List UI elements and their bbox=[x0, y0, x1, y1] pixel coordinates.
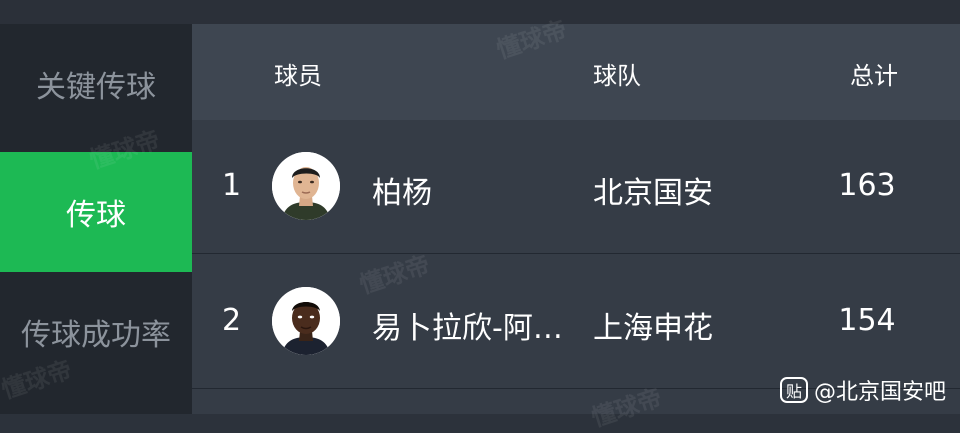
player-photo-icon bbox=[272, 287, 340, 355]
team-name: 北京国安 bbox=[593, 176, 713, 211]
sidebar-item-label: 传球 bbox=[66, 198, 126, 233]
top-strip bbox=[0, 0, 960, 24]
ranking-table: 球员 球队 总计 1 柏杨 北京国安 163 2 易卜拉欣-阿… 上海申花 15… bbox=[192, 24, 960, 414]
sidebar-item-pass-accuracy[interactable]: 传球成功率 bbox=[0, 272, 192, 392]
table-row[interactable]: 1 柏杨 北京国安 163 bbox=[192, 120, 960, 254]
source-attribution: 贴 @北京国安吧 bbox=[779, 374, 946, 406]
rank-number: 1 bbox=[222, 168, 242, 203]
player-photo-icon bbox=[272, 152, 340, 220]
sidebar-item-label: 关键传球 bbox=[36, 70, 156, 105]
tieba-icon: 贴 bbox=[779, 377, 808, 403]
team-name: 上海申花 bbox=[593, 311, 713, 346]
player-name: 柏杨 bbox=[372, 176, 432, 211]
category-sidebar: 关键传球 传球 传球成功率 bbox=[0, 24, 192, 414]
column-header-player: 球员 bbox=[274, 62, 322, 90]
total-value: 154 bbox=[838, 303, 896, 338]
table-row[interactable]: 2 易卜拉欣-阿… 上海申花 154 bbox=[192, 255, 960, 389]
table-header: 球员 球队 总计 bbox=[192, 24, 960, 120]
player-avatar bbox=[272, 152, 340, 220]
player-avatar bbox=[272, 287, 340, 355]
source-label: @北京国安吧 bbox=[813, 380, 946, 405]
sidebar-item-passes[interactable]: 传球 bbox=[0, 152, 192, 272]
rank-number: 2 bbox=[222, 303, 242, 338]
column-header-team: 球队 bbox=[593, 62, 641, 90]
column-header-total: 总计 bbox=[850, 62, 898, 90]
sidebar-item-key-passes[interactable]: 关键传球 bbox=[0, 24, 192, 144]
player-name: 易卜拉欣-阿… bbox=[372, 311, 563, 346]
sidebar-item-label: 传球成功率 bbox=[21, 318, 171, 353]
total-value: 163 bbox=[838, 168, 896, 203]
